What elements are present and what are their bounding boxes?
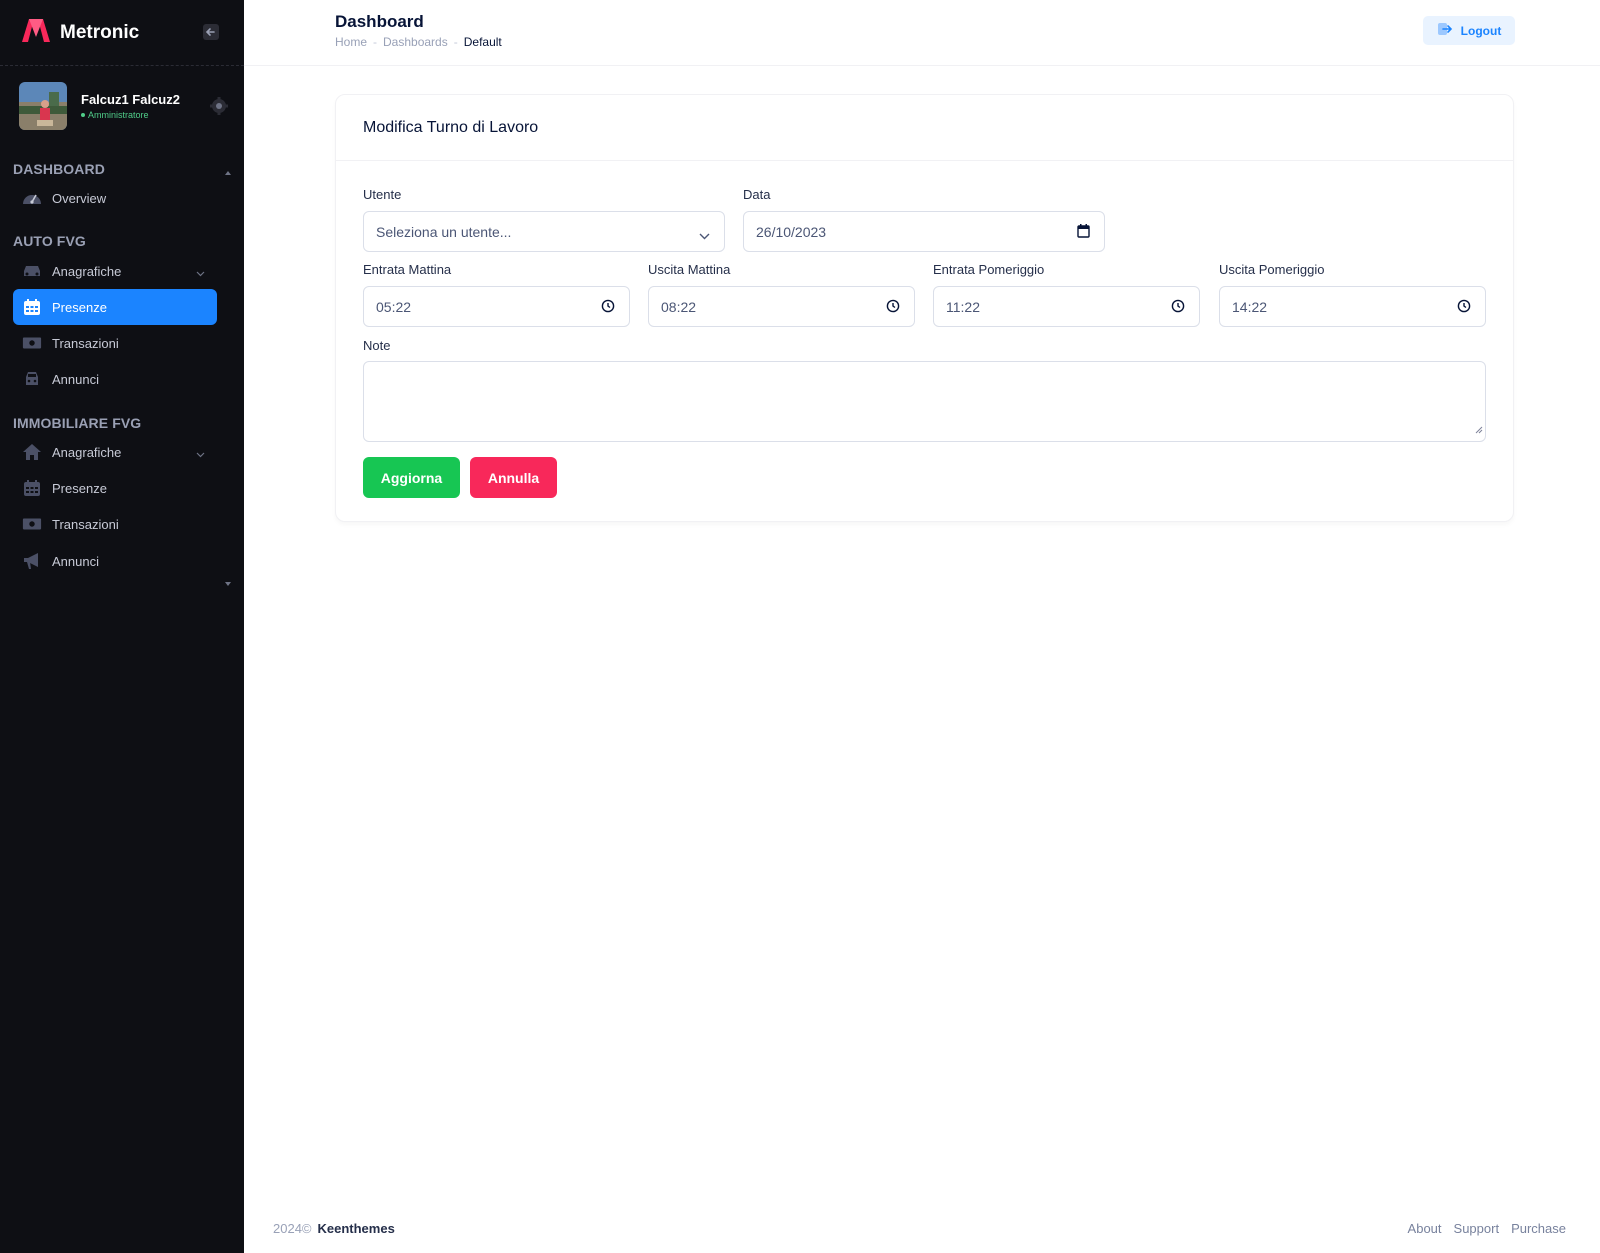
sidebar-item-label: Annunci — [52, 553, 99, 569]
car-front-icon — [22, 369, 42, 389]
sidebar-item-immobiliare-anagrafiche[interactable]: Anagrafiche — [13, 434, 217, 470]
uscita-pomeriggio-input[interactable]: 14:22 — [1219, 286, 1486, 327]
entrata-mattina-value: 05:22 — [376, 298, 412, 315]
entrata-pomeriggio-label: Entrata Pomeriggio — [933, 262, 1045, 277]
section-title-immobiliare-fvg: IMMOBILIARE FVG — [13, 415, 142, 431]
sidebar-collapse-icon[interactable] — [200, 21, 222, 43]
sidebar-item-label: Anagrafiche — [52, 444, 122, 460]
section-title-auto-fvg: AUTO FVG — [13, 233, 86, 249]
utente-select[interactable]: Seleziona un utente... — [363, 211, 725, 252]
logout-icon — [1437, 22, 1453, 39]
annulla-button[interactable]: Annulla — [470, 457, 557, 498]
uscita-mattina-label: Uscita Mattina — [648, 262, 731, 277]
note-textarea[interactable] — [363, 361, 1486, 442]
resize-handle-icon[interactable] — [1475, 421, 1483, 439]
utente-label: Utente — [363, 187, 402, 202]
speedometer-icon — [22, 188, 42, 208]
sidebar-item-label: Annunci — [52, 371, 99, 387]
entrata-pomeriggio-value: 11:22 — [946, 298, 980, 315]
clock-icon[interactable] — [886, 299, 900, 316]
entrata-mattina-input[interactable]: 05:22 — [363, 286, 630, 327]
breadcrumb-current: Default — [463, 35, 502, 49]
sidebar-item-auto-annunci[interactable]: Annunci — [13, 361, 217, 397]
footer-year: 2024© — [273, 1221, 312, 1236]
sidebar-item-auto-anagrafiche[interactable]: Anagrafiche — [13, 253, 217, 289]
breadcrumb: Home - Dashboards - Default — [335, 35, 502, 49]
footer-copyright: 2024© Keenthemes — [273, 1221, 395, 1236]
home-icon — [22, 442, 42, 462]
megaphone-icon — [22, 551, 42, 571]
scroll-up-icon[interactable] — [225, 162, 231, 180]
sidebar-item-overview[interactable]: Overview — [13, 180, 217, 216]
entrata-mattina-label: Entrata Mattina — [363, 262, 452, 277]
data-date-value: 26/10/2023 — [756, 223, 827, 240]
edit-shift-card: Modifica Turno di Lavoro Utente Selezion… — [335, 94, 1514, 522]
money-icon — [22, 333, 42, 353]
entrata-pomeriggio-input[interactable]: 11:22 — [933, 286, 1200, 327]
breadcrumb-separator: - — [453, 35, 458, 49]
sidebar-item-label: Presenze — [52, 299, 107, 315]
clock-icon[interactable] — [601, 299, 615, 316]
sidebar-item-label: Transazioni — [52, 335, 119, 351]
data-date-input[interactable]: 26/10/2023 — [743, 211, 1105, 252]
footer-link-about[interactable]: About — [1408, 1221, 1442, 1236]
sidebar-item-label: Overview — [52, 190, 107, 206]
calendar-icon — [22, 297, 42, 317]
page-title: Dashboard — [335, 12, 424, 31]
note-label: Note — [363, 338, 391, 353]
clock-icon[interactable] — [1171, 299, 1185, 316]
metronic-logo-icon — [20, 17, 52, 48]
chevron-down-icon — [196, 446, 205, 461]
sidebar-item-auto-transazioni[interactable]: Transazioni — [13, 325, 217, 361]
avatar[interactable] — [19, 82, 67, 130]
breadcrumb-dashboards[interactable]: Dashboards — [383, 35, 448, 49]
data-label: Data — [743, 187, 771, 202]
brand[interactable]: Metronic — [20, 17, 139, 48]
user-card: Falcuz1 Falcuz2 Amministratore — [19, 82, 229, 130]
sidebar: Metronic Falcuz1 Falcuz2 Amministratore — [0, 0, 244, 1253]
gear-icon[interactable] — [209, 96, 229, 116]
topbar: Dashboard Home - Dashboards - Default Lo… — [244, 0, 1600, 66]
chevron-down-icon — [699, 227, 710, 243]
uscita-mattina-input[interactable]: 08:22 — [648, 286, 915, 327]
money-icon — [22, 514, 42, 534]
section-title-dashboard: DASHBOARD — [13, 161, 105, 177]
user-role: Amministratore — [81, 110, 180, 120]
footer-link-purchase[interactable]: Purchase — [1511, 1221, 1566, 1236]
sidebar-item-label: Presenze — [52, 480, 107, 496]
sidebar-item-label: Transazioni — [52, 516, 119, 532]
chevron-down-icon — [196, 265, 205, 280]
breadcrumb-separator: - — [373, 35, 378, 49]
footer-links: About Support Purchase — [1408, 1221, 1566, 1236]
calendar-picker-icon[interactable] — [1077, 224, 1090, 241]
uscita-mattina-value: 08:22 — [661, 298, 697, 315]
aggiorna-button[interactable]: Aggiorna — [363, 457, 460, 498]
sidebar-item-label: Anagrafiche — [52, 263, 122, 279]
uscita-pomeriggio-label: Uscita Pomeriggio — [1219, 262, 1325, 277]
sidebar-item-auto-presenze[interactable]: Presenze — [13, 289, 217, 325]
car-icon — [22, 261, 42, 281]
sidebar-item-immobiliare-transazioni[interactable]: Transazioni — [13, 506, 217, 542]
footer-link-support[interactable]: Support — [1454, 1221, 1500, 1236]
logout-button[interactable]: Logout — [1423, 16, 1515, 45]
sidebar-header: Metronic — [0, 0, 244, 66]
sidebar-item-immobiliare-presenze[interactable]: Presenze — [13, 470, 217, 506]
clock-icon[interactable] — [1457, 299, 1471, 316]
brand-name: Metronic — [60, 21, 140, 43]
logout-label: Logout — [1460, 23, 1502, 38]
breadcrumb-home[interactable]: Home — [335, 35, 367, 49]
sidebar-item-immobiliare-annunci[interactable]: Annunci — [13, 543, 217, 579]
card-header: Modifica Turno di Lavoro — [336, 95, 1513, 161]
footer: 2024© Keenthemes About Support Purchase — [244, 1212, 1600, 1248]
card-title: Modifica Turno di Lavoro — [363, 118, 539, 136]
user-name: Falcuz1 Falcuz2 — [81, 92, 180, 107]
calendar-icon — [22, 478, 42, 498]
footer-company-link[interactable]: Keenthemes — [318, 1221, 395, 1236]
scroll-down-icon[interactable] — [225, 573, 231, 591]
utente-select-value: Seleziona un utente... — [376, 223, 512, 240]
uscita-pomeriggio-value: 14:22 — [1232, 298, 1268, 315]
